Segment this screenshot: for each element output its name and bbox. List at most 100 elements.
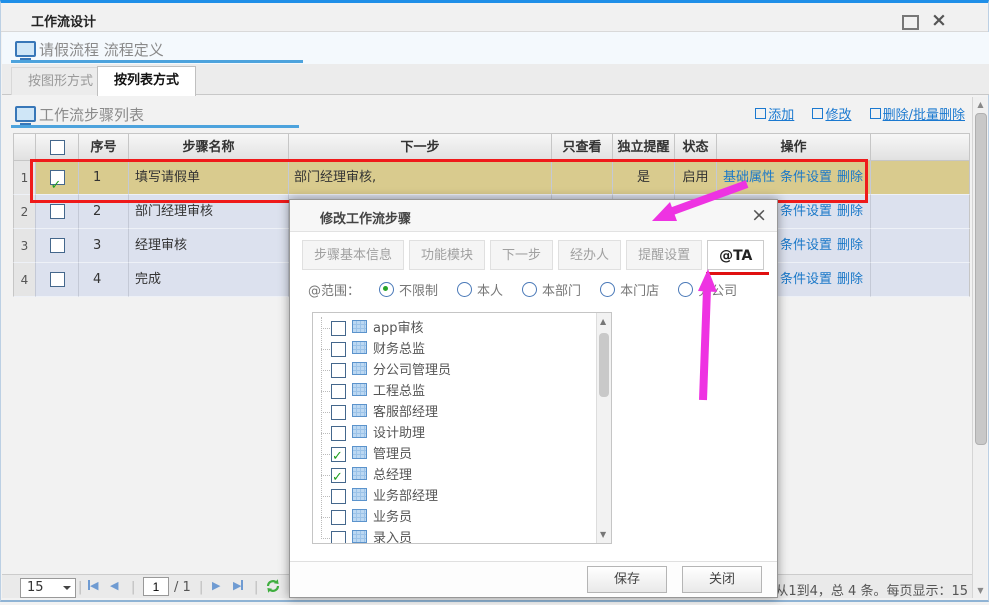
member-checkbox[interactable] (331, 468, 346, 483)
delete-link[interactable]: 删除 (837, 272, 863, 287)
col-next: 下一步 (289, 133, 552, 161)
member-checkbox[interactable] (331, 447, 346, 462)
radio-option-department[interactable]: 本部门 (522, 280, 581, 299)
member-item[interactable]: 客服部经理 (313, 402, 611, 423)
member-item[interactable]: 分公司管理员 (313, 360, 611, 381)
close-icon[interactable]: × (931, 13, 946, 27)
radio-option-self[interactable]: 本人 (457, 280, 503, 299)
dialog-header[interactable]: 修改工作流步骤 × (290, 200, 777, 232)
condition-link[interactable]: 条件设置 (780, 204, 832, 219)
table-icon (352, 530, 367, 543)
chevron-down-icon (63, 586, 71, 594)
condition-link[interactable]: 条件设置 (780, 272, 832, 287)
col-name: 步骤名称 (129, 133, 289, 161)
radio-option-store[interactable]: 本门店 (600, 280, 659, 299)
radio-icon[interactable] (678, 282, 693, 297)
radio-option-unlimited[interactable]: 不限制 (379, 280, 438, 299)
tab-handler[interactable]: 经办人 (558, 240, 621, 270)
tab-list-view[interactable]: 按列表方式 (97, 66, 196, 96)
member-item[interactable]: 业务部经理 (313, 486, 611, 507)
table-icon (352, 425, 367, 438)
member-checkbox[interactable] (331, 321, 346, 336)
radio-icon[interactable] (379, 282, 394, 297)
tab-at-ta[interactable]: @TA (707, 240, 764, 270)
page-number-input[interactable] (143, 577, 169, 596)
member-item[interactable]: 工程总监 (313, 381, 611, 402)
first-page-button[interactable]: ◀ (88, 579, 98, 592)
scroll-down-icon[interactable]: ▼ (976, 586, 985, 595)
prev-page-button[interactable]: ◀ (110, 579, 118, 592)
modify-icon (812, 108, 823, 119)
delete-link[interactable]: 删除 (837, 238, 863, 253)
radio-icon[interactable] (600, 282, 615, 297)
row-checkbox[interactable] (50, 238, 65, 253)
delete-batch-link[interactable]: 删除/批量删除 (870, 108, 965, 123)
row-number: 3 (13, 229, 36, 263)
tab-function-module[interactable]: 功能模块 (409, 240, 485, 270)
member-item[interactable]: app审核 (313, 318, 611, 339)
member-item[interactable]: 业务员 (313, 507, 611, 528)
member-checkbox[interactable] (331, 405, 346, 420)
scroll-down-icon[interactable]: ▼ (600, 530, 609, 539)
refresh-icon[interactable] (265, 578, 281, 598)
member-item[interactable]: 财务总监 (313, 339, 611, 360)
delete-link[interactable]: 删除 (837, 204, 863, 219)
radio-icon[interactable] (457, 282, 472, 297)
member-checkbox[interactable] (331, 426, 346, 441)
dialog-footer: 保存 关闭 (290, 561, 777, 597)
condition-link[interactable]: 条件设置 (780, 238, 832, 253)
radio-icon[interactable] (522, 282, 537, 297)
member-tree-list: app审核 财务总监 分公司管理员 工程总监 客服部经理 设计助理 管理员 总经… (312, 312, 612, 544)
breadcrumb: 请假流程 流程定义 (39, 39, 164, 60)
seq-cell: 3 (79, 229, 129, 263)
scope-label: @范围： (308, 280, 360, 299)
member-checkbox[interactable] (331, 510, 346, 525)
select-all-checkbox[interactable] (50, 140, 65, 155)
member-item[interactable]: 总经理 (313, 465, 611, 486)
section-underline (11, 60, 303, 63)
col-status: 状态 (675, 133, 717, 161)
delete-icon (870, 108, 881, 119)
list-section-header: 工作流步骤列表 添加 修改 删除/批量删除 (2, 95, 989, 133)
dialog-title: 修改工作流步骤 (320, 208, 411, 227)
row-number: 4 (13, 263, 36, 297)
member-checkbox[interactable] (331, 489, 346, 504)
tab-step-basic-info[interactable]: 步骤基本信息 (302, 240, 404, 270)
modify-link[interactable]: 修改 (812, 108, 851, 123)
tab-reminder-settings[interactable]: 提醒设置 (626, 240, 702, 270)
member-item[interactable]: 管理员 (313, 444, 611, 465)
tab-graphic-view[interactable]: 按图形方式 (11, 67, 110, 95)
member-checkbox[interactable] (331, 342, 346, 357)
member-item[interactable]: 录入员 (313, 528, 611, 544)
list-scrollbar[interactable]: ▲ ▼ (596, 313, 611, 543)
member-checkbox[interactable] (331, 531, 346, 544)
total-pages-label: / 1 (174, 580, 191, 595)
modify-step-dialog: 修改工作流步骤 × 步骤基本信息 功能模块 下一步 经办人 提醒设置 @TA @… (289, 199, 778, 598)
add-icon (755, 108, 766, 119)
member-item[interactable]: 设计助理 (313, 423, 611, 444)
member-checkbox[interactable] (331, 384, 346, 399)
scrollbar-thumb[interactable] (975, 113, 987, 445)
add-link[interactable]: 添加 (755, 108, 794, 123)
monitor-icon (15, 106, 36, 122)
breadcrumb-row: 请假流程 流程定义 (2, 32, 989, 64)
main-scrollbar[interactable]: ▲ ▼ (972, 97, 987, 598)
close-button[interactable]: 关闭 (682, 566, 762, 593)
dialog-close-icon[interactable]: × (751, 204, 767, 226)
tab-next-step[interactable]: 下一步 (490, 240, 553, 270)
next-page-button[interactable]: ▶ (212, 579, 220, 592)
member-checkbox[interactable] (331, 363, 346, 378)
scope-radio-group: @范围： 不限制 本人 本部门 本门店 分公司 (308, 280, 737, 299)
maximize-icon[interactable] (902, 15, 919, 30)
scrollbar-thumb[interactable] (599, 333, 609, 397)
red-highlight-box (30, 159, 868, 203)
save-button[interactable]: 保存 (587, 566, 667, 593)
scroll-up-icon[interactable]: ▲ (976, 100, 985, 109)
row-checkbox[interactable] (50, 272, 65, 287)
list-section-title: 工作流步骤列表 (39, 104, 144, 125)
scroll-up-icon[interactable]: ▲ (600, 317, 609, 326)
page-size-select[interactable]: 15 (20, 578, 76, 598)
last-page-button[interactable]: ▶ (233, 579, 243, 592)
row-checkbox[interactable] (50, 204, 65, 219)
radio-option-branch[interactable]: 分公司 (678, 280, 737, 299)
